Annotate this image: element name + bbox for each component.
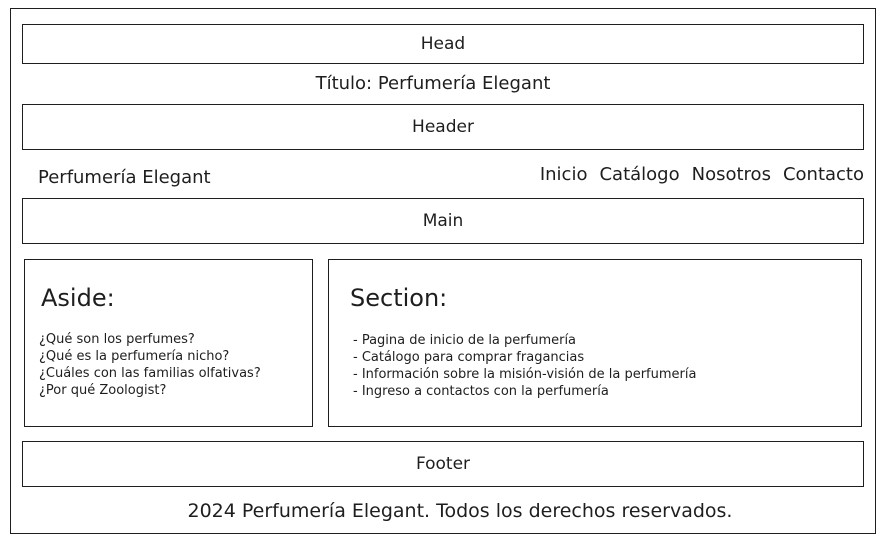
nav-item-catalogo[interactable]: Catálogo <box>599 164 679 185</box>
aside-title: Aside: <box>41 284 115 312</box>
aside-box: Aside: ¿Qué son los perfumes? ¿Qué es la… <box>24 259 313 427</box>
section-item: - Ingreso a contactos con la perfumería <box>353 384 609 399</box>
aside-list: ¿Qué son los perfumes? ¿Qué es la perfum… <box>39 331 261 399</box>
section-list: - Pagina de inicio de la perfumería - Ca… <box>353 332 696 400</box>
header-box: Header <box>22 104 864 150</box>
section-title: Section: <box>350 284 448 312</box>
nav-item-nosotros[interactable]: Nosotros <box>692 164 771 185</box>
aside-item: ¿Cuáles con las familias olfativas? <box>39 366 261 381</box>
footer-label: Footer <box>415 454 471 474</box>
copyright-text: 2024 Perfumería Elegant. Todos los derec… <box>187 500 733 522</box>
nav-item-contacto[interactable]: Contacto <box>783 164 864 185</box>
aside-item: ¿Qué son los perfumes? <box>39 332 195 347</box>
aside-item: ¿Qué es la perfumería nicho? <box>39 349 230 364</box>
main-label: Main <box>422 211 464 231</box>
head-label: Head <box>420 34 466 54</box>
nav-menu: Inicio Catálogo Nosotros Contacto <box>540 164 864 185</box>
section-item: - Catálogo para comprar fragancias <box>353 350 585 365</box>
nav-item-inicio[interactable]: Inicio <box>540 164 588 185</box>
main-box: Main <box>22 198 864 244</box>
header-label: Header <box>412 117 474 137</box>
brand-text: Perfumería Elegant <box>38 167 211 188</box>
section-item: - Información sobre la misión-visión de … <box>353 367 697 382</box>
section-box: Section: - Pagina de inicio de la perfum… <box>328 259 862 427</box>
footer-box: Footer <box>22 441 864 487</box>
aside-item: ¿Por qué Zoologist? <box>39 383 167 398</box>
title-text: Título: Perfumería Elegant <box>315 73 551 94</box>
head-box: Head <box>22 24 864 64</box>
section-item: - Pagina de inicio de la perfumería <box>353 333 577 348</box>
